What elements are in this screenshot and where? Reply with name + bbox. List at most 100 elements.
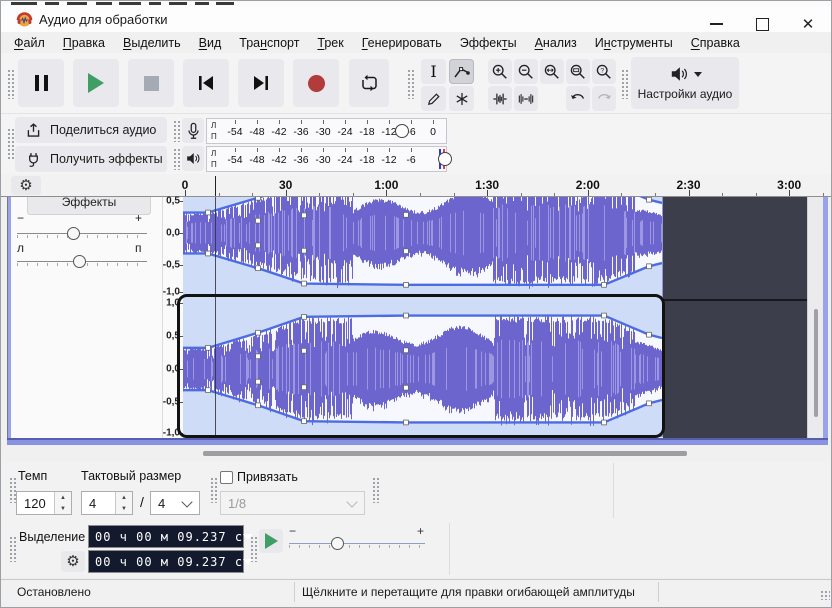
tempo-spin-arrows[interactable]: ▲ ▼ [54, 492, 71, 514]
timesig-upper-spinbox[interactable]: 4 ▲ ▼ [81, 491, 133, 515]
vertical-scale-ruler[interactable]: 0,5 0,0 -0,5 -1,0 1,0 0,5 0,0 -0,5 -1,0 [163, 196, 183, 439]
spin-down-icon[interactable]: ▼ [116, 503, 132, 514]
menu-item-справка[interactable]: Справка [682, 36, 749, 50]
skip-to-end-button[interactable] [238, 59, 284, 107]
pan-slider-thumb[interactable] [73, 255, 86, 268]
waveform-channel-1[interactable] [183, 197, 663, 296]
play-button[interactable] [73, 59, 119, 107]
audio-setup-button[interactable]: Настройки аудио [631, 57, 739, 109]
tempo-spinbox[interactable]: 120 ▲ ▼ [16, 491, 72, 515]
envelope-control-point[interactable] [601, 312, 607, 319]
waveform-channel-2[interactable] [183, 297, 663, 437]
trim-outside-selection-button[interactable] [488, 86, 512, 111]
envelope-tool-button[interactable] [449, 59, 474, 84]
envelope-control-point[interactable] [403, 384, 409, 391]
track-control-panel[interactable]: Эффекты − + л п [11, 197, 163, 438]
zoom-in-button[interactable] [488, 59, 512, 84]
envelope-control-point[interactable] [403, 212, 409, 218]
record-meter-button[interactable] [182, 118, 204, 143]
menu-item-транспорт[interactable]: Транспорт [230, 36, 308, 50]
toolbar-grip[interactable] [7, 69, 14, 99]
meter-volume-slider-thumb[interactable] [395, 124, 409, 138]
toolbar-grip[interactable] [173, 120, 180, 142]
toolbar-grip[interactable] [407, 69, 414, 99]
zoom-out-button[interactable] [514, 59, 538, 84]
envelope-control-point[interactable] [646, 331, 652, 338]
menu-item-трек[interactable]: Трек [308, 36, 352, 50]
envelope-control-point[interactable] [301, 280, 307, 287]
menu-item-инструменты[interactable]: Инструменты [586, 36, 682, 50]
spin-down-icon[interactable]: ▼ [55, 503, 71, 514]
envelope-control-point[interactable] [403, 347, 409, 354]
title-bar[interactable]: Аудио для обработки ✕ [1, 6, 831, 32]
spin-up-icon[interactable]: ▲ [116, 492, 132, 503]
envelope-control-point[interactable] [601, 282, 607, 288]
zoom-selection-button[interactable] [540, 59, 564, 84]
selection-options-button[interactable]: ⚙ [61, 551, 85, 572]
record-button[interactable] [293, 59, 339, 107]
toolbar-grip[interactable] [621, 69, 628, 99]
toolbar-grip[interactable] [372, 477, 379, 503]
envelope-control-point[interactable] [205, 209, 211, 216]
pause-button[interactable] [18, 59, 64, 107]
envelope-control-point[interactable] [646, 400, 652, 407]
skip-to-start-button[interactable] [183, 59, 229, 107]
envelope-control-point[interactable] [403, 419, 409, 426]
envelope-control-point[interactable] [255, 353, 261, 360]
envelope-control-point[interactable] [403, 248, 409, 254]
envelope-control-point[interactable] [255, 217, 261, 224]
menu-item-генерировать[interactable]: Генерировать [353, 36, 451, 50]
menu-item-анализ[interactable]: Анализ [526, 36, 586, 50]
envelope-control-point[interactable] [301, 347, 307, 354]
timesig-lower-combo[interactable]: 4 [150, 491, 200, 515]
envelope-control-point[interactable] [255, 378, 261, 385]
timeline-ruler[interactable]: ⚙ 0 30 1:00 1:30 2:00 2:30 3:00 [1, 174, 831, 197]
envelope-control-point[interactable] [255, 197, 261, 201]
envelope-control-point[interactable] [255, 402, 261, 409]
timesig-upper-value[interactable]: 4 [82, 492, 115, 514]
envelope-control-point[interactable] [403, 282, 409, 288]
get-effects-button[interactable]: Получить эффекты [15, 146, 167, 172]
toolbar-grip[interactable] [7, 128, 14, 160]
zoom-toggle-button[interactable]: ? [592, 59, 616, 84]
toolbar-grip[interactable] [9, 536, 16, 562]
playback-meter[interactable]: Л П -54 -48 -42 -36 -30 -24 -18 -12 -6 [206, 146, 452, 172]
spin-up-icon[interactable]: ▲ [55, 492, 71, 503]
share-audio-button[interactable]: Поделиться аудио [15, 117, 167, 143]
menu-item-файл[interactable]: Файл [5, 36, 54, 50]
zoom-fit-button[interactable] [566, 59, 590, 84]
speed-slider-thumb[interactable] [331, 537, 344, 550]
envelope-control-point[interactable] [403, 312, 409, 319]
gain-slider-thumb[interactable] [67, 227, 80, 240]
envelope-control-point[interactable] [255, 329, 261, 336]
redo-button[interactable] [592, 86, 616, 111]
envelope-control-point[interactable] [601, 419, 607, 426]
envelope-control-point[interactable] [301, 418, 307, 424]
envelope-control-point[interactable] [255, 265, 261, 272]
undo-button[interactable] [566, 86, 590, 111]
selection-tool-button[interactable]: I [421, 59, 446, 84]
track-effects-button[interactable]: Эффекты [27, 197, 151, 215]
envelope-control-point[interactable] [646, 197, 652, 203]
stop-button[interactable] [128, 59, 174, 107]
timeline-options-button[interactable]: ⚙ [11, 176, 41, 195]
envelope-control-point[interactable] [301, 384, 307, 391]
playback-meter-button[interactable] [182, 146, 204, 171]
vertical-scrollbar-thumb[interactable] [814, 309, 818, 417]
envelope-control-point[interactable] [255, 242, 261, 249]
gain-slider-track[interactable] [17, 233, 147, 234]
draw-tool-button[interactable] [421, 86, 446, 111]
envelope-control-point[interactable] [646, 263, 652, 270]
snap-checkbox[interactable] [220, 471, 233, 484]
envelope-control-point[interactable] [301, 247, 307, 254]
vertical-scrollbar[interactable] [807, 197, 823, 438]
envelope-control-point[interactable] [205, 250, 211, 257]
envelope-control-point[interactable] [205, 387, 211, 393]
horizontal-scrollbar[interactable] [1, 447, 831, 460]
selection-start-field[interactable]: 00 ч 00 м 09.237 с [88, 525, 254, 548]
play-at-speed-button[interactable] [259, 529, 283, 553]
toolbar-grip[interactable] [173, 148, 180, 170]
snap-combo[interactable]: 1/8 [220, 491, 365, 515]
window-resize-grip[interactable] [820, 590, 830, 600]
tempo-value[interactable]: 120 [17, 492, 54, 514]
